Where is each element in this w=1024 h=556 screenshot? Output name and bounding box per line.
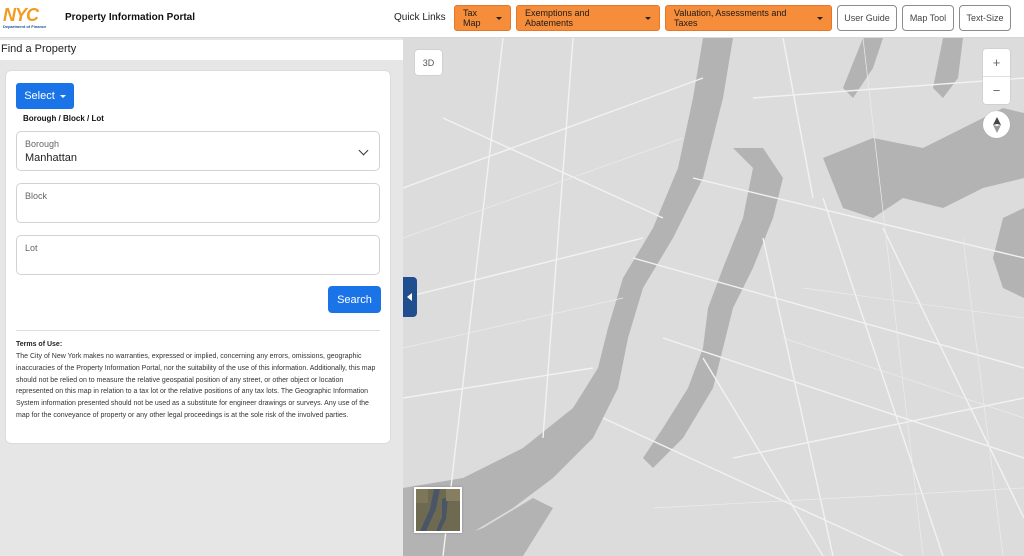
zoom-controls: + − [983, 49, 1010, 104]
satellite-basemap-thumbnail [416, 489, 460, 531]
top-header: NYC Department of Finance Property Infor… [0, 0, 1024, 38]
valuation-label: Valuation, Assessments and Taxes [674, 8, 787, 28]
map-canvas[interactable] [403, 38, 1024, 556]
lot-input[interactable] [25, 257, 365, 269]
map-view[interactable] [403, 38, 1024, 556]
search-mode-select-button[interactable]: Select [16, 83, 74, 109]
search-button[interactable]: Search [328, 286, 381, 313]
caret-down-icon [817, 16, 823, 20]
terms-text: The City of New York makes no warranties… [16, 353, 376, 419]
collapse-panel-button[interactable] [403, 277, 417, 317]
terms-title: Terms of Use: [16, 341, 63, 348]
tax-map-dropdown-button[interactable]: Tax Map [454, 5, 511, 31]
chevron-left-icon [407, 293, 412, 301]
find-property-title: Find a Property [0, 40, 403, 60]
valuation-dropdown-button[interactable]: Valuation, Assessments and Taxes [665, 5, 832, 31]
zoom-in-button[interactable]: + [983, 49, 1010, 76]
map-tool-button[interactable]: Map Tool [902, 5, 954, 31]
toggle-3d-button[interactable]: 3D [415, 50, 442, 75]
caret-down-icon [645, 16, 651, 20]
lot-field[interactable]: Lot [16, 235, 380, 275]
block-label: Block [25, 191, 48, 201]
chevron-down-icon [358, 145, 369, 156]
nyc-logo[interactable]: NYC Department of Finance [3, 6, 47, 32]
basemap-toggle[interactable] [414, 487, 462, 533]
zoom-out-button[interactable]: − [983, 77, 1010, 104]
search-card: Select Borough / Block / Lot Borough Man… [5, 70, 391, 444]
search-mode-label: Borough / Block / Lot [23, 114, 104, 123]
lot-label: Lot [25, 243, 38, 253]
compass-icon [992, 116, 1001, 133]
text-size-button[interactable]: Text-Size [959, 5, 1011, 31]
divider [16, 330, 380, 331]
borough-select[interactable]: Borough Manhattan [16, 131, 380, 171]
portal-title: Property Information Portal [65, 12, 196, 23]
caret-down-icon [59, 94, 66, 98]
logo-text: NYC [3, 5, 39, 25]
exemptions-label: Exemptions and Abatements [525, 8, 590, 28]
block-field[interactable]: Block [16, 183, 380, 223]
select-label: Select [24, 90, 55, 102]
logo-subtext: Department of Finance [3, 24, 47, 29]
exemptions-dropdown-button[interactable]: Exemptions and Abatements [516, 5, 660, 31]
tax-map-label: Tax Map [463, 8, 481, 28]
user-guide-button[interactable]: User Guide [837, 5, 897, 31]
caret-down-icon [496, 16, 502, 20]
borough-value: Manhattan [25, 152, 77, 164]
quick-links-label: Quick Links [394, 12, 446, 23]
block-input[interactable] [25, 205, 365, 217]
borough-label: Borough [25, 139, 60, 149]
compass-button[interactable] [983, 111, 1010, 138]
